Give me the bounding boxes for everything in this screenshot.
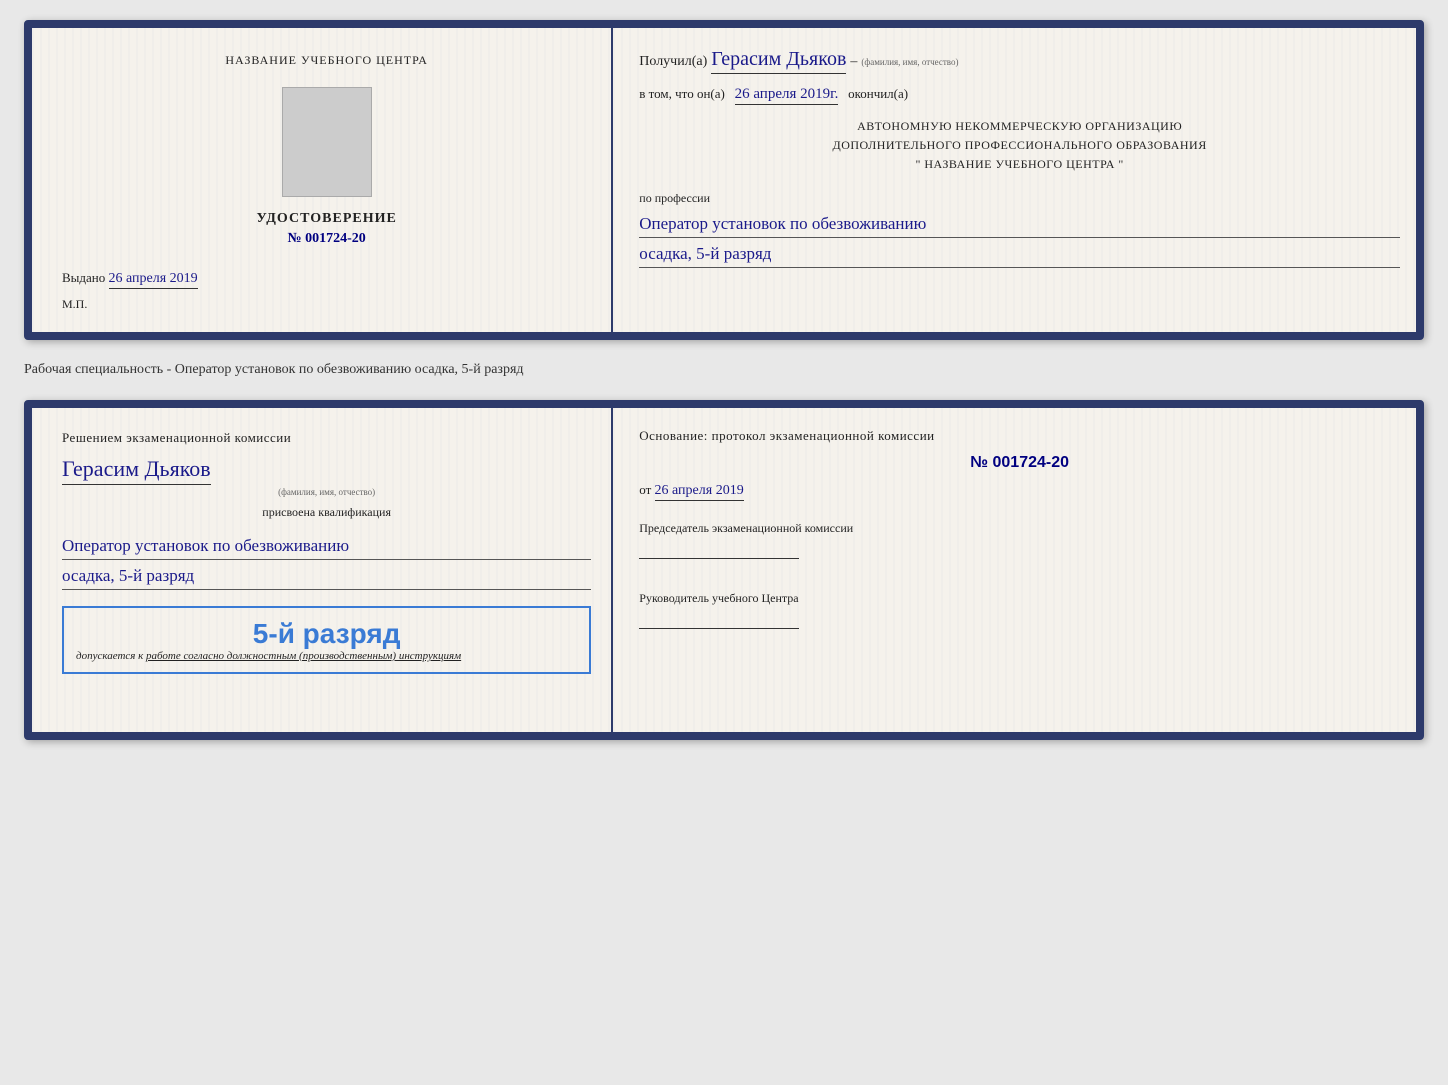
- date-line: в том, что он(а) 26 апреля 2019г. окончи…: [639, 86, 1400, 105]
- cert-top-right: Получил(а) Герасим Дьяков – (фамилия, им…: [613, 28, 1416, 332]
- recipient-name: Герасим Дьяков: [711, 48, 846, 74]
- grade-text: 5-й разряд: [76, 618, 577, 650]
- org-block: АВТОНОМНУЮ НЕКОММЕРЧЕСКУЮ ОРГАНИЗАЦИЮ ДО…: [639, 117, 1400, 175]
- cert-bottom-right: Основание: протокол экзаменационной коми…: [613, 408, 1416, 732]
- profession-line2: осадка, 5-й разряд: [639, 240, 1400, 268]
- chairman-block: Председатель экзаменационной комиссии: [639, 519, 1400, 559]
- date-prefix: от: [639, 482, 651, 497]
- chairman-title: Председатель экзаменационной комиссии: [639, 519, 1400, 537]
- profession-label: по профессии Оператор установок по обезв…: [639, 187, 1400, 268]
- admission-text: допускается к работе согласно должностны…: [76, 650, 577, 662]
- org-name: " НАЗВАНИЕ УЧЕБНОГО ЦЕНТРА ": [639, 155, 1400, 174]
- issued-date: 26 апреля 2019: [109, 271, 198, 289]
- bottom-person-name: Герасим Дьяков: [62, 456, 211, 485]
- right-date-line: от 26 апреля 2019: [639, 482, 1400, 501]
- org-line1: АВТОНОМНУЮ НЕКОММЕРЧЕСКУЮ ОРГАНИЗАЦИЮ: [639, 117, 1400, 136]
- cert-title: УДОСТОВЕРЕНИЕ: [256, 211, 396, 227]
- bottom-qualification: Оператор установок по обезвоживанию осад…: [62, 528, 591, 590]
- basis-title: Основание: протокол экзаменационной коми…: [639, 428, 1400, 444]
- dash: –: [850, 54, 857, 70]
- commission-title: Решением экзаменационной комиссии: [62, 428, 591, 448]
- center-name-top: НАЗВАНИЕ УЧЕБНОГО ЦЕНТРА: [225, 52, 428, 69]
- director-sig-line: [639, 611, 799, 629]
- received-prefix: Получил(а): [639, 54, 707, 70]
- received-line: Получил(а) Герасим Дьяков – (фамилия, им…: [639, 48, 1400, 74]
- admission-content: работе согласно должностным (производств…: [146, 650, 461, 662]
- cert-stamp: М.П.: [62, 297, 87, 312]
- director-block: Руководитель учебного Центра: [639, 589, 1400, 629]
- protocol-number: № 001724-20: [639, 454, 1400, 472]
- director-title: Руководитель учебного Центра: [639, 589, 1400, 607]
- bottom-fio-sub: (фамилия, имя, отчество): [62, 487, 591, 497]
- specialty-text: Рабочая специальность - Оператор установ…: [24, 358, 1424, 382]
- cert-top-left: НАЗВАНИЕ УЧЕБНОГО ЦЕНТРА УДОСТОВЕРЕНИЕ №…: [32, 28, 613, 332]
- assigned-text: присвоена квалификация: [62, 505, 591, 520]
- in-that-prefix: в том, что он(а): [639, 86, 725, 101]
- bottom-certificate: Решением экзаменационной комиссии Гераси…: [24, 400, 1424, 740]
- cert-number: № 001724-20: [288, 231, 366, 247]
- bottom-date-value: 26 апреля 2019: [655, 483, 744, 501]
- chairman-sig-line: [639, 541, 799, 559]
- bottom-qual-line2: осадка, 5-й разряд: [62, 562, 591, 590]
- cert-issued: Выдано 26 апреля 2019: [62, 270, 198, 289]
- completion-date: 26 апреля 2019г.: [735, 86, 839, 105]
- org-line2: ДОПОЛНИТЕЛЬНОГО ПРОФЕССИОНАЛЬНОГО ОБРАЗО…: [639, 136, 1400, 155]
- top-certificate: НАЗВАНИЕ УЧЕБНОГО ЦЕНТРА УДОСТОВЕРЕНИЕ №…: [24, 20, 1424, 340]
- bottom-qual-line1: Оператор установок по обезвоживанию: [62, 532, 591, 560]
- bottom-person-block: Герасим Дьяков (фамилия, имя, отчество): [62, 456, 591, 497]
- profession-line1: Оператор установок по обезвоживанию: [639, 210, 1400, 238]
- fio-sublabel-top: (фамилия, имя, отчество): [861, 57, 958, 67]
- cert-photo: [282, 87, 372, 197]
- qualification-box: 5-й разряд допускается к работе согласно…: [62, 606, 591, 674]
- finished-label: окончил(а): [848, 86, 908, 101]
- cert-bottom-left: Решением экзаменационной комиссии Гераси…: [32, 408, 613, 732]
- admission-prefix: допускается к: [76, 650, 146, 662]
- page-wrapper: НАЗВАНИЕ УЧЕБНОГО ЦЕНТРА УДОСТОВЕРЕНИЕ №…: [24, 20, 1424, 740]
- issued-label: Выдано: [62, 270, 105, 285]
